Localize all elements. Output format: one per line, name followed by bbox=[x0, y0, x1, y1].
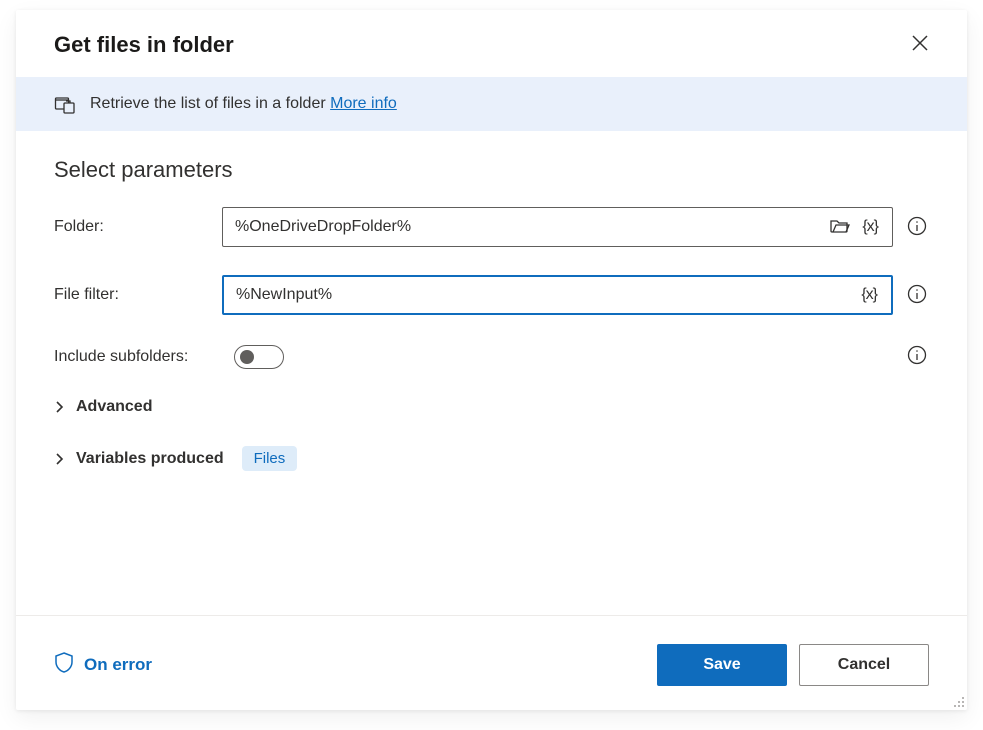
dialog-content: Select parameters Folder: bbox=[16, 131, 967, 615]
include-subfolders-wrap bbox=[234, 343, 929, 370]
param-row-file-filter: File filter: {x} bbox=[54, 275, 929, 315]
file-filter-label: File filter: bbox=[54, 286, 222, 304]
on-error-button[interactable]: On error bbox=[54, 652, 152, 679]
save-button[interactable]: Save bbox=[657, 644, 787, 686]
browse-folder-button[interactable] bbox=[824, 213, 856, 242]
advanced-label: Advanced bbox=[76, 398, 152, 416]
toggle-knob bbox=[240, 350, 254, 364]
param-row-folder: Folder: {x} bbox=[54, 207, 929, 247]
cancel-button[interactable]: Cancel bbox=[799, 644, 929, 686]
close-icon bbox=[911, 40, 929, 55]
info-icon bbox=[907, 216, 927, 239]
section-title: Select parameters bbox=[54, 157, 929, 183]
include-subfolders-info-button[interactable] bbox=[905, 343, 929, 370]
folder-files-icon bbox=[54, 93, 76, 115]
dialog-footer: On error Save Cancel bbox=[16, 615, 967, 710]
variables-produced-expander[interactable]: Variables produced bbox=[54, 450, 224, 468]
info-banner: Retrieve the list of files in a folder M… bbox=[16, 77, 967, 131]
folder-input-box: {x} bbox=[222, 207, 893, 247]
folder-input[interactable] bbox=[235, 218, 824, 236]
resize-grip[interactable] bbox=[951, 694, 965, 708]
file-filter-input-box: {x} bbox=[222, 275, 893, 315]
folder-open-icon bbox=[830, 217, 850, 238]
footer-buttons: Save Cancel bbox=[657, 644, 929, 686]
file-filter-input-wrap: {x} bbox=[222, 275, 929, 315]
chevron-right-icon bbox=[54, 401, 66, 413]
file-filter-info-button[interactable] bbox=[905, 282, 929, 309]
variables-produced-row: Variables produced Files bbox=[54, 446, 929, 471]
include-subfolders-toggle[interactable] bbox=[234, 345, 284, 369]
folder-info-button[interactable] bbox=[905, 214, 929, 241]
include-subfolders-label: Include subfolders: bbox=[54, 348, 234, 366]
folder-label: Folder: bbox=[54, 218, 222, 236]
advanced-expander[interactable]: Advanced bbox=[54, 398, 929, 416]
dialog: Get files in folder Retrieve the list of… bbox=[16, 10, 967, 710]
shield-icon bbox=[54, 652, 74, 679]
close-button[interactable] bbox=[907, 30, 933, 59]
dialog-header: Get files in folder bbox=[16, 10, 967, 77]
variables-produced-label: Variables produced bbox=[76, 450, 224, 468]
file-filter-variable-button[interactable]: {x} bbox=[855, 282, 883, 308]
info-icon bbox=[907, 284, 927, 307]
info-banner-description: Retrieve the list of files in a folder bbox=[90, 95, 326, 112]
file-filter-input[interactable] bbox=[236, 286, 855, 304]
folder-input-wrap: {x} bbox=[222, 207, 929, 247]
info-banner-text: Retrieve the list of files in a folder M… bbox=[90, 95, 397, 113]
variable-badge[interactable]: Files bbox=[242, 446, 298, 471]
variable-icon: {x} bbox=[861, 286, 877, 304]
folder-variable-button[interactable]: {x} bbox=[856, 214, 884, 240]
on-error-label: On error bbox=[84, 655, 152, 675]
variable-icon: {x} bbox=[862, 218, 878, 236]
chevron-right-icon bbox=[54, 453, 66, 465]
param-row-include-subfolders: Include subfolders: bbox=[54, 343, 929, 370]
info-icon bbox=[907, 345, 927, 368]
more-info-link[interactable]: More info bbox=[330, 95, 397, 112]
dialog-title: Get files in folder bbox=[54, 32, 234, 58]
